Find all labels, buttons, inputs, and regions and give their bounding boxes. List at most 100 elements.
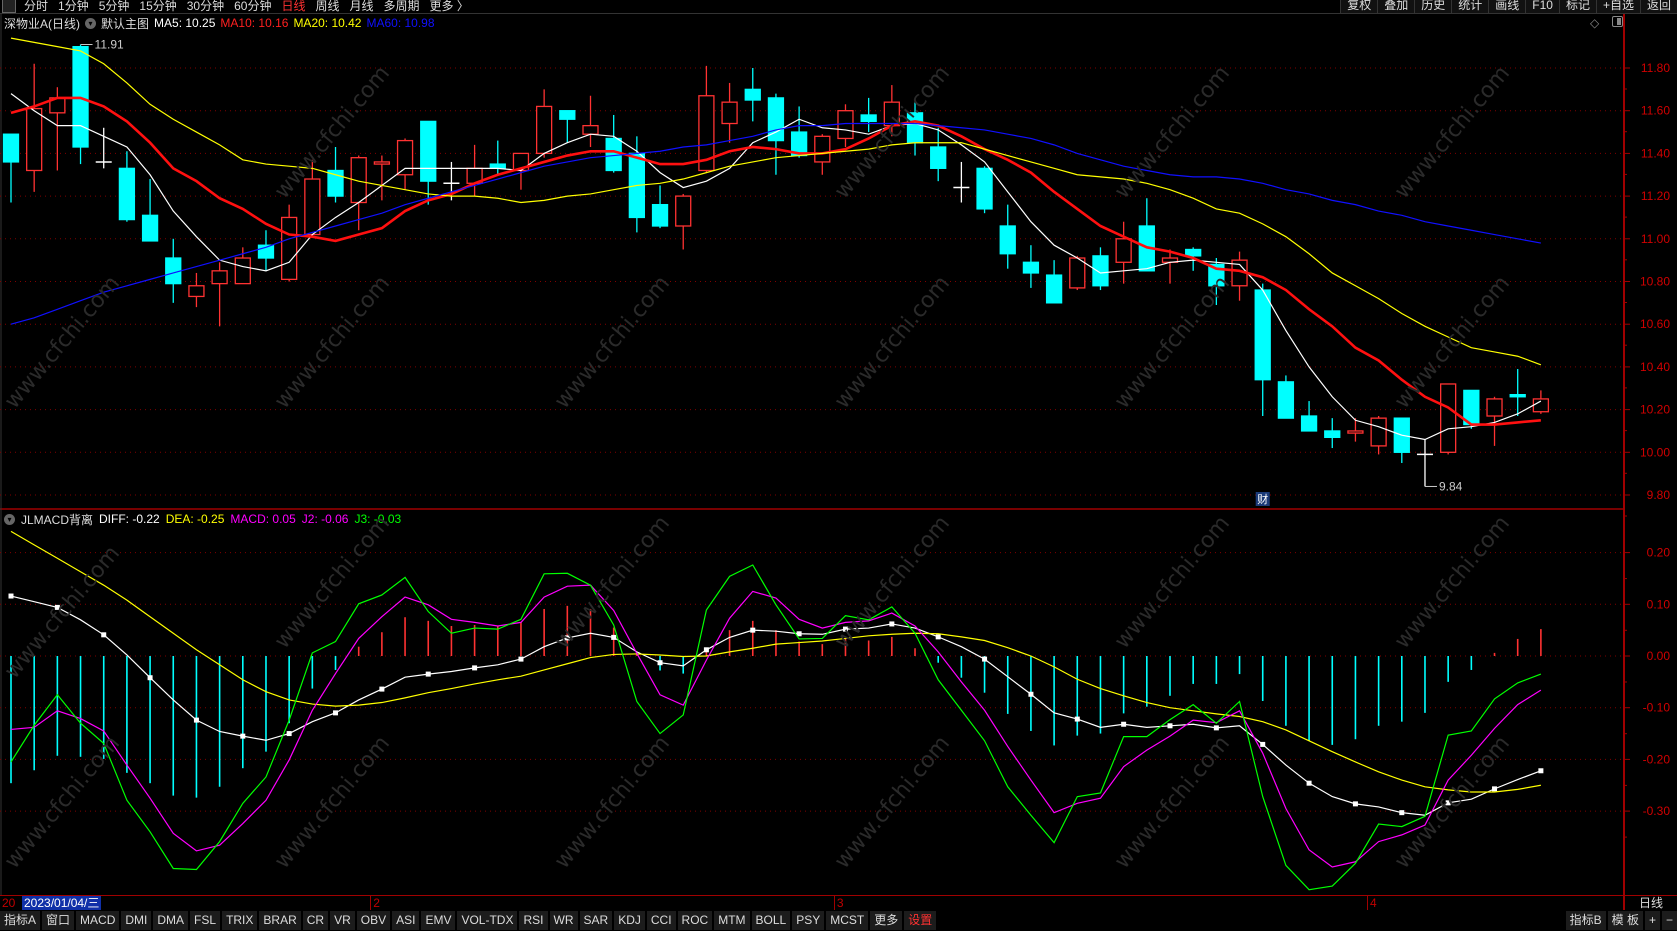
price-tick-label: 10.40 xyxy=(1640,360,1670,374)
ma10-value: MA10: 10.16 xyxy=(220,16,289,30)
diff-marker xyxy=(1306,780,1312,786)
indicator-tab[interactable]: 更多 xyxy=(870,911,903,930)
candle-body-down xyxy=(1324,430,1341,439)
candle-body-down xyxy=(1254,289,1271,381)
candle-body-up xyxy=(1370,417,1387,447)
diff-marker xyxy=(982,656,988,662)
app-menu-icon[interactable] xyxy=(2,0,16,13)
toolbar-button[interactable]: 统计 xyxy=(1451,0,1489,13)
indicator-tab[interactable]: VR xyxy=(330,911,355,930)
kline-chart-canvas[interactable]: 11.80 11.60 11.40 11.20 11.00 10.80 10.60 10.40… xyxy=(0,0,1677,931)
indicator-tab[interactable]: MTM xyxy=(714,911,750,930)
indicator-dropdown-icon[interactable]: ▾ xyxy=(4,513,15,525)
candle-body-down xyxy=(559,110,576,120)
candle-body-down xyxy=(1092,255,1109,287)
toolbar-button[interactable]: 叠加 xyxy=(1377,0,1415,13)
period-tab[interactable]: 月线 xyxy=(350,0,374,13)
candle-body-down xyxy=(165,257,182,285)
period-tab[interactable]: 30分钟 xyxy=(187,0,224,13)
ma-line-ma20 xyxy=(10,37,1542,366)
diff-marker xyxy=(703,647,709,653)
toolbar-button[interactable]: 标记 xyxy=(1558,0,1596,13)
candle-body-up xyxy=(26,107,43,172)
candle-body-down xyxy=(1277,381,1295,419)
indicator-tab[interactable]: ROC xyxy=(677,911,713,930)
indicator-tab[interactable]: DMA xyxy=(153,911,189,930)
indicator-tab[interactable]: BOLL xyxy=(751,911,791,930)
indicator-tab[interactable]: CCI xyxy=(646,911,676,930)
indicator-tab[interactable]: 指标A xyxy=(0,911,41,930)
template-name[interactable]: 默认主图 xyxy=(101,15,149,32)
period-tab[interactable]: 周线 xyxy=(315,0,339,13)
period-tab[interactable]: 更多 〉 xyxy=(430,0,469,13)
indicator-tab[interactable]: KDJ xyxy=(614,911,645,930)
indicator-tab[interactable]: ASI xyxy=(392,911,420,930)
indicator-tab[interactable]: EMV xyxy=(421,911,456,930)
diff-marker xyxy=(54,604,60,610)
diff-marker xyxy=(1538,768,1544,774)
toolbar-button[interactable]: +自选 xyxy=(1595,0,1640,13)
period-tab[interactable]: 5分钟 xyxy=(99,0,130,13)
diff-marker xyxy=(1352,801,1358,807)
indicator-tab[interactable]: FSL xyxy=(190,911,221,930)
indicator-tab-bar: 指标A 窗口 MACD DMI DMA FSL TRIX BRAR CR VR OBV ASI EMV V… xyxy=(0,910,1677,931)
indicator-tab[interactable]: VOL-TDX xyxy=(457,911,518,930)
toolbar-button[interactable]: 返回 xyxy=(1639,0,1677,13)
candle-body-up xyxy=(234,257,251,285)
indicator-tab[interactable]: OBV xyxy=(356,911,391,930)
period-tabs: 分时 1分钟 5分钟 15分钟 30分钟 60分钟 日线 周线 月线 多周期 更多 〉 xyxy=(0,0,479,13)
period-tab[interactable]: 15分钟 xyxy=(139,0,176,13)
period-tab[interactable]: 多周期 xyxy=(384,0,420,13)
diff-marker xyxy=(1445,800,1451,806)
indicator-tab[interactable]: RSI xyxy=(519,911,548,930)
diff-marker xyxy=(333,710,339,716)
diff-marker xyxy=(472,665,478,671)
toolbar-button[interactable]: 画线 xyxy=(1488,0,1526,13)
template-dropdown-icon[interactable]: ▾ xyxy=(85,17,96,29)
period-tab[interactable]: 1分钟 xyxy=(58,0,89,13)
indicator-tab[interactable]: CR xyxy=(302,911,329,930)
candle-body-up xyxy=(721,101,738,125)
indicator-b-tab[interactable]: 指标B xyxy=(1565,911,1606,930)
indicator-line-dea xyxy=(10,530,1541,793)
indicator-b-tab[interactable]: 模 板 xyxy=(1607,911,1643,930)
candle-body-up xyxy=(188,285,205,298)
candle-body-up xyxy=(1532,398,1550,413)
toolbar-button[interactable]: 历史 xyxy=(1414,0,1452,13)
indicator-tab[interactable]: 窗口 xyxy=(42,911,75,930)
indicator-tab[interactable]: MACD xyxy=(76,911,120,930)
candle-body-down xyxy=(2,133,20,163)
period-tab[interactable]: 日线 xyxy=(281,0,305,13)
side-panel-toggle-icon[interactable] xyxy=(1612,16,1624,27)
toolbar-button[interactable]: 复权 xyxy=(1340,0,1378,13)
tool-buttons: 复权 叠加 历史 统计 画线 F10 标记 +自选 返回 xyxy=(1340,0,1677,13)
candle-body-down xyxy=(906,112,924,144)
indicator-b-tab[interactable]: − xyxy=(1661,911,1677,930)
indicator-tab[interactable]: DMI xyxy=(121,911,152,930)
toolbar-button[interactable]: F10 xyxy=(1525,0,1559,13)
price-tick-label: 10.60 xyxy=(1640,317,1670,331)
extreme-price-label: 11.91 xyxy=(95,38,124,52)
diff-marker xyxy=(425,671,431,677)
candle-body-down xyxy=(118,167,136,221)
price-tick-label: 10.80 xyxy=(1640,275,1670,289)
indicator-name[interactable]: JLMACD背离 xyxy=(21,511,93,528)
month-label: 4 xyxy=(1367,896,1377,910)
candle-body-up xyxy=(396,139,414,176)
price-tick-label: 11.60 xyxy=(1641,104,1670,118)
indicator-legend: ▾ JLMACD背离 DIFF: -0.22 DEA: -0.25 MACD: … xyxy=(4,511,407,527)
price-tick-label: 10.20 xyxy=(1640,403,1670,417)
indicator-tab[interactable]: PSY xyxy=(792,911,825,930)
indicator-tab[interactable]: MCST xyxy=(826,911,869,930)
candle-body-up xyxy=(582,124,599,135)
settings-tab[interactable]: 设置 xyxy=(904,911,937,930)
indicator-tab[interactable]: BRAR xyxy=(259,911,301,930)
diamond-icon[interactable]: ◇ xyxy=(1590,16,1599,30)
indicator-tab[interactable]: WR xyxy=(549,911,578,930)
indicator-tab[interactable]: SAR xyxy=(579,911,613,930)
period-tab[interactable]: 分时 xyxy=(24,0,48,13)
indicator-b-tab[interactable]: + xyxy=(1644,911,1660,930)
period-tab[interactable]: 60分钟 xyxy=(234,0,271,13)
indicator-tab[interactable]: TRIX xyxy=(222,911,258,930)
indicator-tick-label: -0.30 xyxy=(1643,804,1671,818)
